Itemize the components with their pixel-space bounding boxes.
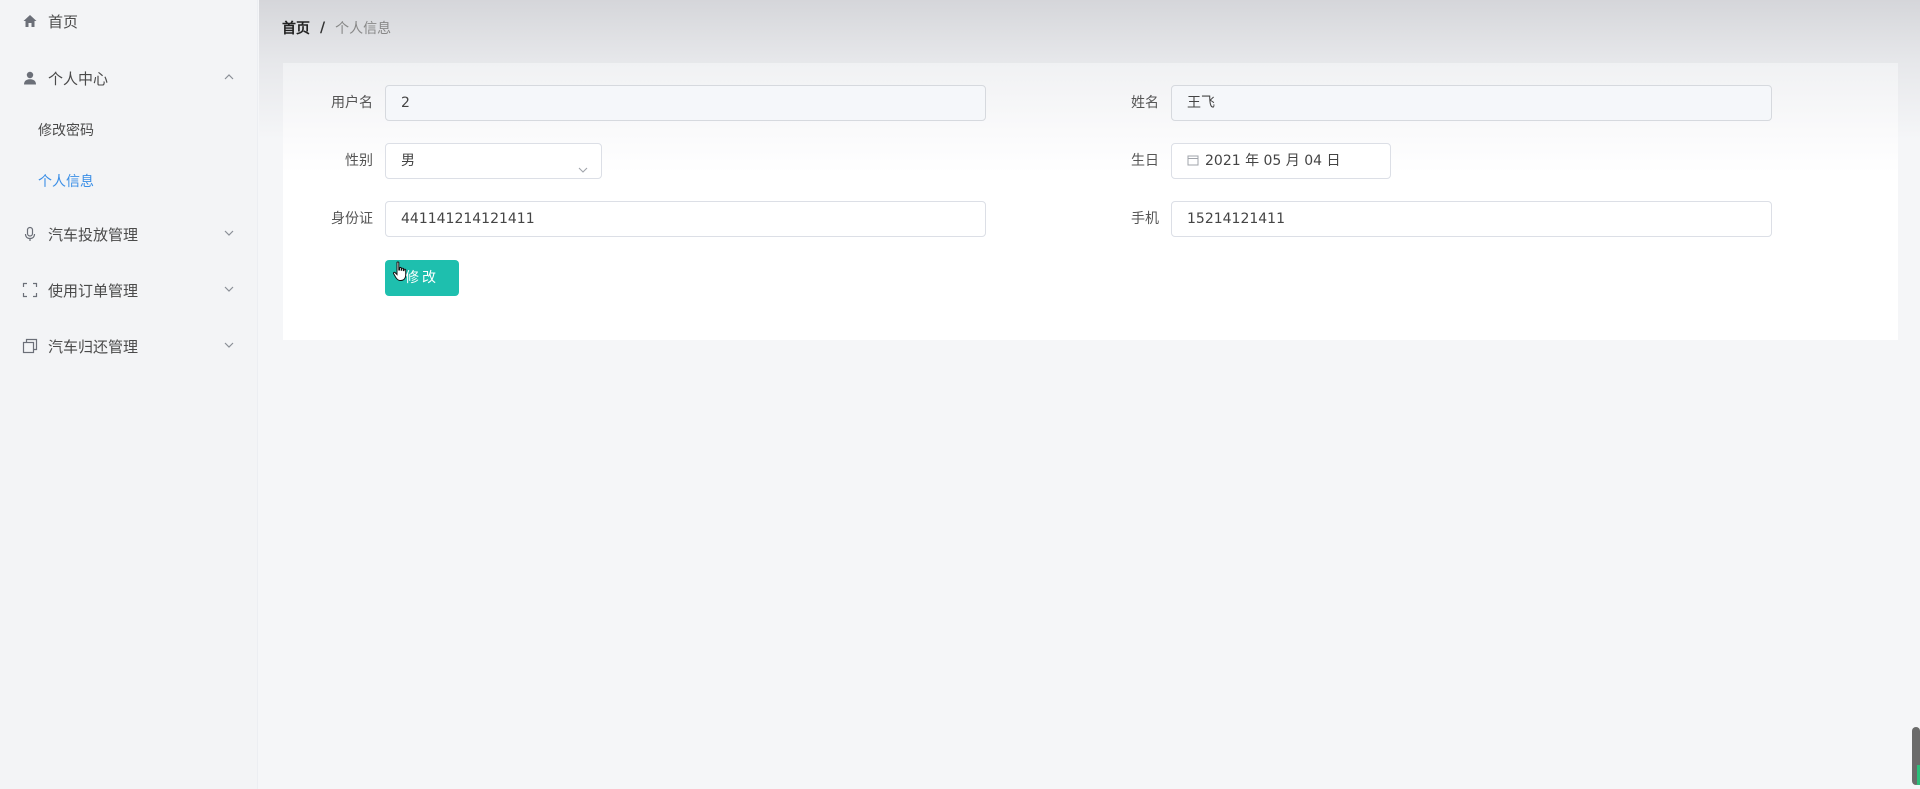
phone-label: 手机 [1131,211,1159,227]
sidebar-item-order-management[interactable]: 使用订单管理 [0,270,258,310]
id-card-value: 441141214121411 [401,211,535,227]
sidebar-subitem-label: 个人信息 [38,174,94,190]
breadcrumb: 首页 / 个人信息 [282,18,391,38]
breadcrumb-separator: / [320,20,326,36]
birthday-value: 2021 年 05 月 04 日 [1205,153,1341,169]
sidebar-item-label: 汽车投放管理 [48,225,139,244]
sidebar-item-label: 使用订单管理 [48,281,139,300]
sidebar-subitem-label: 修改密码 [38,123,94,139]
phone-value: 15214121411 [1187,211,1285,227]
user-icon [21,69,39,87]
breadcrumb-current: 个人信息 [335,21,392,37]
sidebar-item-personal-center[interactable]: 个人中心 [0,58,258,98]
chevron-up-icon [222,70,236,84]
gender-value: 男 [401,153,415,169]
username-field[interactable]: 2 [385,85,986,121]
home-icon [21,12,39,30]
chevron-down-icon [222,338,236,352]
sidebar-item-car-deployment[interactable]: 汽车投放管理 [0,214,258,254]
sidebar-item-label: 首页 [48,12,79,31]
id-card-label: 身份证 [331,211,373,227]
gender-select[interactable]: 男 [385,143,602,179]
id-card-input[interactable]: 441141214121411 [385,201,986,237]
sidebar-subitem-personal-info[interactable]: 个人信息 [0,162,258,200]
name-field[interactable]: 王飞 [1171,85,1772,121]
gender-label: 性别 [345,153,373,169]
username-label: 用户名 [331,95,373,111]
chevron-down-icon [222,282,236,296]
name-value: 王飞 [1187,95,1215,111]
name-label: 姓名 [1131,95,1159,111]
username-value: 2 [401,95,410,111]
sidebar-item-car-return[interactable]: 汽车归还管理 [0,326,258,366]
microphone-icon [21,225,39,243]
sidebar-item-label: 个人中心 [48,69,109,88]
copy-icon [21,337,39,355]
scan-frame-icon [21,281,39,299]
phone-input[interactable]: 15214121411 [1171,201,1772,237]
sidebar-subitem-change-password[interactable]: 修改密码 [0,111,258,149]
sidebar-item-label: 汽车归还管理 [48,337,139,356]
birthday-date-picker[interactable]: 2021 年 05 月 04 日 [1171,143,1391,179]
birthday-label: 生日 [1131,153,1159,169]
breadcrumb-home-link[interactable]: 首页 [282,18,310,38]
chevron-down-icon [577,155,589,173]
hand-cursor-icon [392,261,410,283]
sidebar: 首页 个人中心 修改密码 个人信息 汽车投放管理 使用订单管理 汽车归还管理 [0,0,258,789]
chevron-down-icon [222,226,236,240]
calendar-icon [1187,145,1199,166]
sidebar-item-home[interactable]: 首页 [0,1,258,41]
